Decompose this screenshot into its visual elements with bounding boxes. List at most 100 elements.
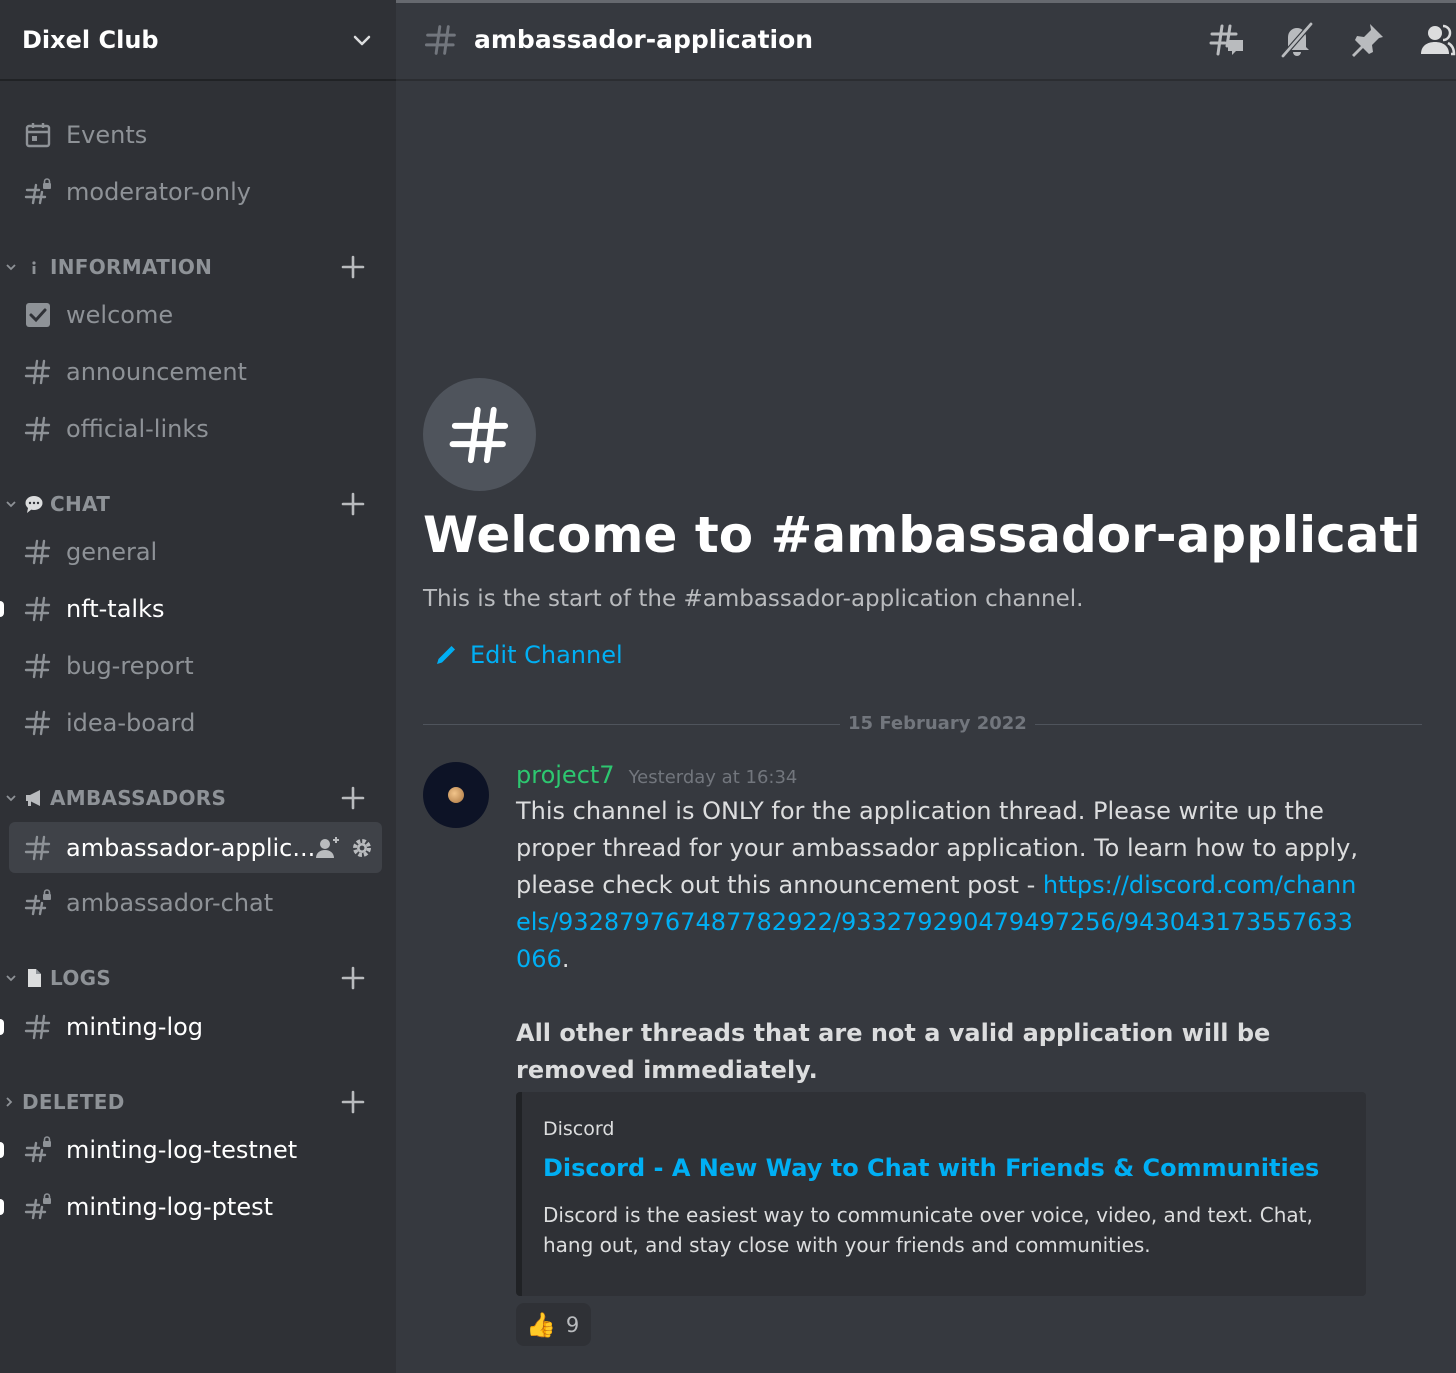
channel-sidebar: Dixel Club Events moderator-only INFORMA… [0,0,396,1373]
locked-hash-icon [24,178,51,205]
members-icon[interactable] [1418,21,1456,59]
channel-label: nft-talks [66,595,165,623]
channel-label: announcement [66,358,247,386]
unread-indicator [0,601,4,617]
megaphone-icon [26,790,40,806]
message-author[interactable]: project7 [516,761,615,789]
channel-label: minting-log [66,1013,204,1041]
category-label: AMBASSADORS [50,786,227,810]
hash-icon [424,24,456,55]
invite-user-icon[interactable] [315,835,341,861]
hash-icon [24,416,51,442]
hash-icon [24,1014,51,1040]
hash-icon [24,539,51,565]
message-text-end: . [561,945,570,973]
reaction-thumbs-up[interactable]: 👍 9 [516,1303,591,1346]
sidebar-item-announcement[interactable]: announcement [0,348,396,396]
date-divider-label: 15 February 2022 [840,713,1035,734]
avatar[interactable] [423,762,489,828]
welcome-title: Welcome to #ambassador-applicati... [423,506,1423,564]
channel-label: minting-log-testnet [66,1136,298,1164]
unread-indicator [0,1019,4,1035]
hash-icon [24,710,51,736]
message-bold-text: All other threads that are not a valid a… [516,1019,1271,1084]
sidebar-item-idea-board[interactable]: idea-board [0,699,396,747]
welcome-subtitle: This is the start of the #ambassador-app… [423,586,1084,612]
server-header[interactable]: Dixel Club [0,0,396,81]
sidebar-item-official-links[interactable]: official-links [0,405,396,453]
sidebar-item-minting-log[interactable]: minting-log [0,1003,396,1051]
hash-icon [24,596,51,622]
unread-indicator [0,1142,4,1158]
chevron-down-icon [6,264,16,271]
chevron-down-icon [6,501,16,508]
checkbox-icon [26,303,50,327]
pin-icon[interactable] [1348,21,1386,59]
pencil-icon [437,646,455,664]
sidebar-item-events[interactable]: Events [0,111,396,159]
channel-label: idea-board [66,709,196,737]
server-name: Dixel Club [22,25,159,54]
channel-title: ambassador-application [474,25,814,54]
chevron-right-icon [6,1097,13,1107]
threads-icon[interactable] [1208,21,1246,59]
channel-label: ambassador-applic... [66,833,316,862]
thumbs-up-icon: 👍 [526,1310,556,1339]
add-channel-icon[interactable] [340,965,366,991]
channel-label: general [66,538,158,566]
hash-icon [24,653,51,679]
unread-indicator [0,1199,4,1215]
category-chat[interactable]: CHAT [0,489,396,519]
chevron-down-icon [6,975,16,982]
edit-channel-label: Edit Channel [470,641,623,669]
reaction-count: 9 [565,1312,580,1337]
channel-label: minting-log-ptest [66,1193,274,1221]
category-deleted[interactable]: DELETED [0,1087,396,1117]
channel-label: moderator-only [66,178,251,206]
link-embed: Discord Discord - A New Way to Chat with… [516,1092,1366,1296]
hash-icon [24,359,51,385]
info-icon [32,261,36,274]
category-information[interactable]: INFORMATION [0,252,396,282]
add-channel-icon[interactable] [340,785,366,811]
sidebar-item-general[interactable]: general [0,528,396,576]
gear-icon[interactable] [349,835,375,861]
chevron-down-icon [353,35,371,45]
sidebar-item-minting-log-testnet[interactable]: minting-log-testnet [0,1126,396,1174]
channel-label: welcome [66,301,174,329]
muted-bell-icon[interactable] [1278,21,1316,59]
embed-title-link[interactable]: Discord - A New Way to Chat with Friends… [543,1154,1346,1182]
edit-channel-button[interactable]: Edit Channel [434,641,623,669]
locked-hash-icon [24,1193,51,1220]
add-channel-icon[interactable] [340,491,366,517]
category-label: CHAT [50,492,111,516]
sidebar-item-nft-talks[interactable]: nft-talks [0,585,396,633]
chevron-down-icon [6,795,16,802]
sidebar-item-minting-log-ptest[interactable]: minting-log-ptest [0,1183,396,1231]
locked-hash-icon [24,889,51,916]
embed-provider: Discord [543,1118,615,1140]
sidebar-item-ambassador-chat[interactable]: ambassador-chat [0,879,396,927]
category-logs[interactable]: LOGS [0,963,396,993]
hash-icon [24,835,51,860]
message: project7 Yesterday at 16:34 This channel… [516,761,1366,1089]
channel-header: ambassador-application [396,0,1456,81]
category-ambassadors[interactable]: AMBASSADORS [0,783,396,813]
document-icon [28,969,41,987]
embed-description: Discord is the easiest way to communicat… [543,1203,1313,1257]
channel-hash-avatar [423,378,536,491]
channel-label: bug-report [66,652,194,680]
calendar-icon [25,123,51,148]
sidebar-item-moderator-only[interactable]: moderator-only [0,168,396,216]
moon-icon [448,787,464,803]
sidebar-item-ambassador-application[interactable]: ambassador-applic... [9,822,382,873]
sidebar-item-welcome[interactable]: welcome [0,291,396,339]
speech-bubble-icon [25,496,43,513]
sidebar-item-bug-report[interactable]: bug-report [0,642,396,690]
add-channel-icon[interactable] [340,254,366,280]
message-timestamp: Yesterday at 16:34 [628,767,798,788]
add-channel-icon[interactable] [340,1089,366,1115]
message-content: This channel is ONLY for the application… [516,793,1366,978]
category-label: LOGS [50,966,112,990]
channel-label: Events [66,121,148,149]
